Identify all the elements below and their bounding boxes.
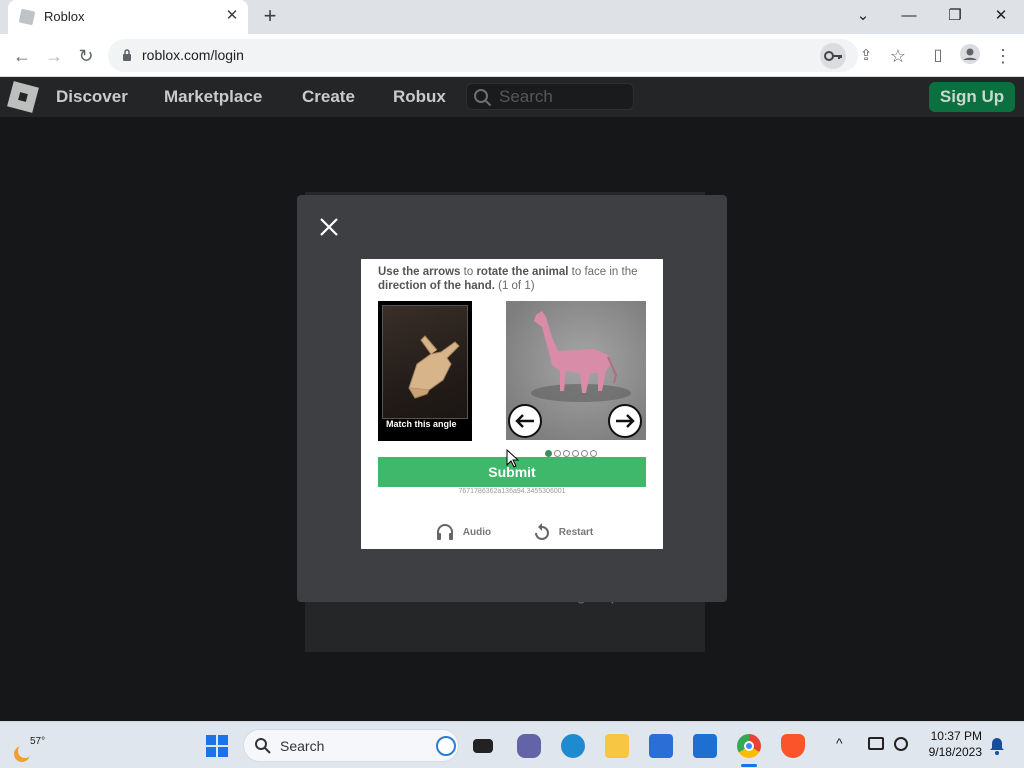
show-hidden-icons-chevron-icon[interactable]: ^ (836, 735, 843, 751)
volume-muted-icon[interactable] (894, 737, 908, 751)
nav-marketplace[interactable]: Marketplace (164, 87, 262, 107)
match-angle-label: Match this angle (386, 419, 457, 429)
side-panel-icon[interactable]: ▯ (925, 43, 951, 69)
clock-time[interactable]: 10:37 PM (922, 729, 982, 743)
login-page: Don't have an account? Sign Up Use the a… (0, 117, 1024, 721)
store-icon[interactable] (649, 734, 673, 758)
search-icon (255, 738, 271, 754)
instruction-text: to face in the (568, 266, 638, 278)
bing-icon[interactable] (436, 736, 456, 756)
display-icon[interactable] (868, 737, 884, 750)
tab-strip: Roblox ✕ + ⌄ — ❐ ✕ (0, 0, 1024, 34)
password-key-icon[interactable] (820, 43, 846, 69)
edge-icon[interactable] (561, 734, 585, 758)
page-dot[interactable] (572, 450, 579, 457)
minimize-button[interactable]: — (895, 4, 923, 28)
audio-label: Audio (462, 526, 492, 538)
profile-icon[interactable] (957, 43, 983, 69)
headphones-icon (437, 524, 453, 540)
page-dots (545, 444, 599, 457)
tab-close-icon[interactable]: ✕ (222, 6, 242, 26)
page-dot[interactable] (590, 450, 597, 457)
captcha-instructions: Use the arrows to rotate the animal to f… (378, 265, 648, 293)
audio-button[interactable]: Audio (435, 522, 491, 542)
roblox-favicon-icon (18, 8, 36, 26)
task-view-icon[interactable] (473, 739, 493, 753)
page-dot[interactable] (545, 450, 552, 457)
close-icon[interactable] (317, 215, 341, 239)
share-icon[interactable]: ⇪ (853, 43, 879, 69)
hand-reference-image: Match this angle (378, 301, 472, 441)
reload-icon[interactable]: ↻ (73, 43, 99, 69)
roblox-search-input[interactable] (499, 86, 627, 108)
rotate-left-button[interactable] (508, 404, 542, 438)
clock-date[interactable]: 9/18/2023 (922, 745, 982, 759)
url-text: roblox.com/login (142, 47, 244, 63)
notification-bell-icon[interactable] (989, 737, 1005, 755)
chat-icon[interactable] (517, 734, 541, 758)
chrome-icon[interactable] (737, 734, 761, 758)
lock-icon (123, 49, 131, 61)
restart-label: Restart (558, 526, 594, 538)
instruction-text: rotate the animal (476, 266, 569, 278)
roblox-search (466, 83, 634, 110)
roblox-logo-icon[interactable] (7, 81, 39, 113)
brave-icon[interactable] (781, 734, 805, 758)
captcha-challenge: Use the arrows to rotate the animal to f… (361, 259, 663, 549)
restore-button[interactable]: ❐ (941, 4, 969, 28)
nav-discover[interactable]: Discover (56, 87, 128, 107)
back-arrow-icon[interactable]: ← (9, 43, 35, 69)
arrow-right-icon (616, 414, 635, 428)
page-dot[interactable] (554, 450, 561, 457)
taskbar-search[interactable]: Search (243, 729, 459, 762)
search-icon (474, 89, 492, 107)
rotate-right-button[interactable] (608, 404, 642, 438)
session-id: 7671786362a136a94.3455306001 (458, 488, 566, 495)
arrow-left-icon (515, 414, 534, 428)
signup-button[interactable]: Sign Up (929, 82, 1015, 112)
bookmark-star-icon[interactable]: ☆ (885, 43, 911, 69)
browser-tab[interactable]: Roblox ✕ (8, 0, 248, 34)
active-app-indicator (741, 764, 757, 767)
temperature: 57° (30, 736, 46, 747)
instruction-text: direction of the hand. (378, 280, 495, 292)
page-dot[interactable] (581, 450, 588, 457)
forward-arrow-icon[interactable]: → (41, 43, 67, 69)
roblox-header: Discover Marketplace Create Robux Sign U… (0, 77, 1024, 117)
captcha-modal: Use the arrows to rotate the animal to f… (297, 195, 727, 602)
restart-icon (535, 523, 549, 540)
instruction-progress: (1 of 1) (494, 280, 535, 292)
taskbar-search-label: Search (280, 738, 325, 754)
address-bar[interactable]: roblox.com/login (108, 39, 858, 72)
mail-icon[interactable] (693, 734, 717, 758)
instruction-text: to (460, 266, 477, 278)
tab-title: Roblox (44, 9, 85, 24)
restart-button[interactable]: Restart (533, 522, 593, 542)
file-explorer-icon[interactable] (605, 734, 629, 758)
animal-rotation-image (506, 301, 646, 440)
hand-image (382, 305, 468, 419)
chrome-menu-icon[interactable]: ⋮ (990, 43, 1016, 69)
new-tab-button[interactable]: + (258, 5, 282, 29)
tab-search-chevron-icon[interactable]: ⌄ (849, 4, 877, 28)
instruction-text: Use the arrows (378, 266, 461, 278)
nav-robux[interactable]: Robux (393, 87, 446, 107)
browser-toolbar: ← → ↻ roblox.com/login ⇪ ☆ ▯ ⋮ (0, 34, 1024, 77)
mouse-cursor-icon (506, 449, 520, 468)
pointing-hand-icon (408, 335, 460, 399)
page-dot[interactable] (563, 450, 570, 457)
taskbar: 57° Search ^ 10:37 PM 9/18/2023 (0, 721, 1024, 768)
nav-create[interactable]: Create (302, 87, 355, 107)
windows-start-icon[interactable] (206, 735, 228, 757)
window-close-button[interactable]: ✕ (987, 4, 1015, 28)
